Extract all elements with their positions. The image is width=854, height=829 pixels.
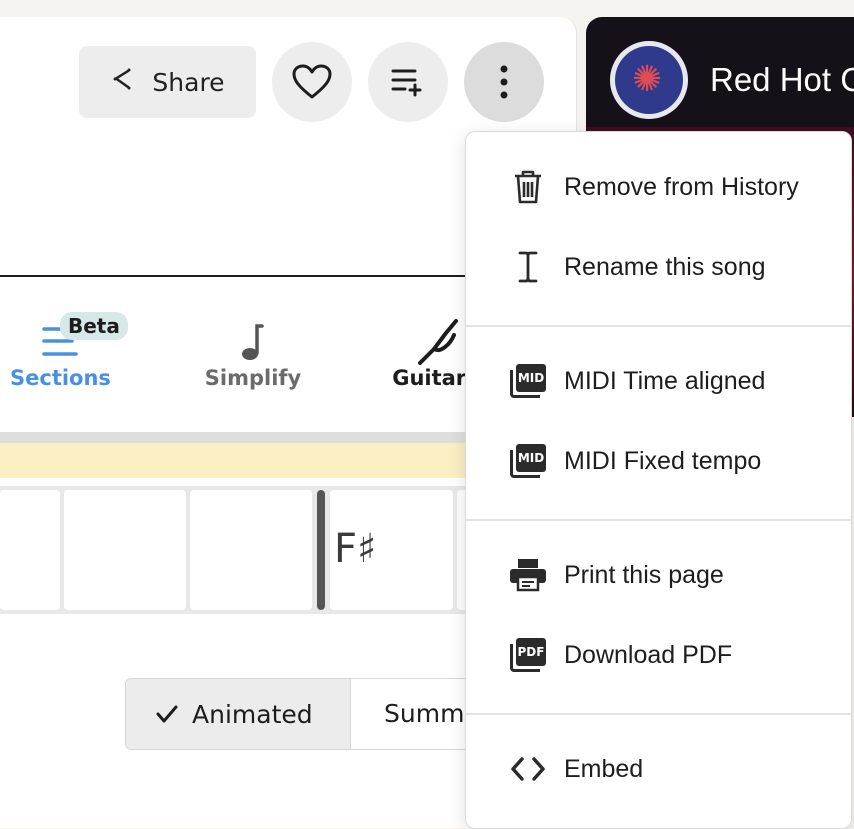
animated-label: Animated [192,699,313,729]
barline [317,490,325,610]
video-title[interactable]: Red Hot C [710,61,854,99]
menu-divider [466,325,851,327]
menu-item-embed[interactable]: Embed [466,739,851,799]
text-cursor-icon [518,251,538,283]
printer-icon [510,559,546,592]
more-options-button[interactable] [464,42,544,122]
menu-item-print-page[interactable]: Print this page [466,545,851,605]
heart-icon [292,64,332,99]
share-icon [110,66,134,98]
simplify-tool[interactable]: Simplify [200,318,306,390]
pdf-icon: PDF [510,638,546,672]
chord-cell[interactable] [64,490,186,610]
midi-icon: MID [510,364,546,398]
share-label: Share [152,67,225,97]
menu-item-remove-from-history[interactable]: Remove from History [466,157,851,217]
more-options-menu: Remove from History Rename this song MID… [465,131,852,829]
chord-cell[interactable] [0,490,60,610]
midi-icon: MID [510,444,546,478]
menu-label: Rename this song [564,252,766,281]
menu-item-download-pdf[interactable]: PDF Download PDF [466,625,851,685]
add-to-playlist-button[interactable] [368,42,448,122]
menu-label: MIDI Time aligned [564,366,766,395]
menu-label: Remove from History [564,172,799,201]
channel-logo[interactable]: ✺ [610,41,688,119]
music-note-icon [242,324,264,360]
tuning-fork-icon [418,319,458,365]
logo-asterisk-icon: ✺ [632,59,663,100]
simplify-label: Simplify [204,366,302,390]
menu-divider [466,519,851,521]
menu-divider [466,713,851,715]
more-vertical-icon [500,65,508,99]
beta-badge: Beta [60,312,128,340]
menu-item-midi-time-aligned[interactable]: MID MIDI Time aligned [466,351,851,411]
menu-label: MIDI Fixed tempo [564,446,762,475]
menu-label: Download PDF [564,640,733,669]
chord-cell[interactable] [190,490,312,610]
sections-label: Sections [10,366,111,390]
favorite-button[interactable] [272,42,352,122]
menu-label: Print this page [564,560,724,589]
playlist-add-icon [391,69,422,97]
code-icon [511,757,545,781]
menu-label: Embed [564,754,644,783]
check-icon [156,705,178,723]
menu-item-midi-fixed-tempo[interactable]: MID MIDI Fixed tempo [466,431,851,491]
summary-option[interactable]: Summ [384,699,464,728]
menu-item-rename-song[interactable]: Rename this song [466,237,851,297]
share-button[interactable]: Share [79,46,256,118]
trash-icon [515,170,541,204]
animated-option[interactable]: Animated [126,679,351,749]
chord-symbol: F♯ [334,526,377,572]
